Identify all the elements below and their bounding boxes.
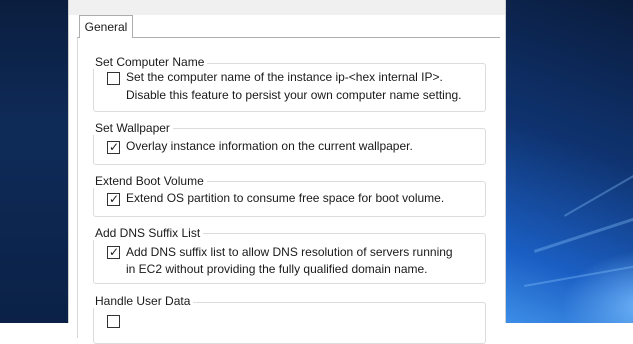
extend-boot-volume-checkbox[interactable]: ✓ bbox=[107, 192, 120, 206]
group-title-extend-boot-volume: Extend Boot Volume bbox=[93, 174, 207, 188]
add-dns-suffix-label-line1: Add DNS suffix list to allow DNS resolut… bbox=[126, 245, 453, 259]
desktop-background-left bbox=[0, 0, 68, 323]
add-dns-suffix-list-checkbox[interactable]: ✓ bbox=[107, 245, 120, 259]
desktop-background-right bbox=[504, 0, 633, 323]
set-computer-name-checkbox[interactable] bbox=[107, 72, 120, 85]
handle-user-data-checkbox[interactable] bbox=[107, 315, 120, 328]
settings-window: General Set Computer Name Set the comput… bbox=[68, 0, 506, 344]
extend-boot-volume-label: Extend OS partition to consume free spac… bbox=[126, 191, 445, 205]
tab-general[interactable]: General bbox=[79, 15, 133, 38]
set-wallpaper-label: Overlay instance information on the curr… bbox=[126, 139, 413, 153]
set-wallpaper-checkbox[interactable]: ✓ bbox=[107, 140, 120, 154]
group-title-handle-user-data: Handle User Data bbox=[93, 294, 194, 308]
set-computer-name-label-line2: Disable this feature to persist your own… bbox=[126, 88, 462, 102]
group-title-set-computer-name: Set Computer Name bbox=[93, 55, 208, 69]
add-dns-suffix-label-line2: in EC2 without providing the fully quali… bbox=[126, 262, 428, 276]
checkmark-icon: ✓ bbox=[109, 140, 120, 154]
wallpaper-light-beam bbox=[524, 260, 633, 287]
window-top-strip bbox=[69, 0, 505, 15]
group-title-add-dns-suffix-list: Add DNS Suffix List bbox=[93, 226, 204, 240]
checkmark-icon: ✓ bbox=[109, 245, 120, 259]
group-title-set-wallpaper: Set Wallpaper bbox=[93, 121, 173, 135]
set-computer-name-label-line1: Set the computer name of the instance ip… bbox=[126, 70, 443, 84]
group-handle-user-data bbox=[93, 302, 486, 344]
checkmark-icon: ✓ bbox=[109, 192, 120, 206]
wallpaper-light-beam bbox=[534, 206, 633, 253]
wallpaper-light-beam bbox=[564, 165, 633, 217]
